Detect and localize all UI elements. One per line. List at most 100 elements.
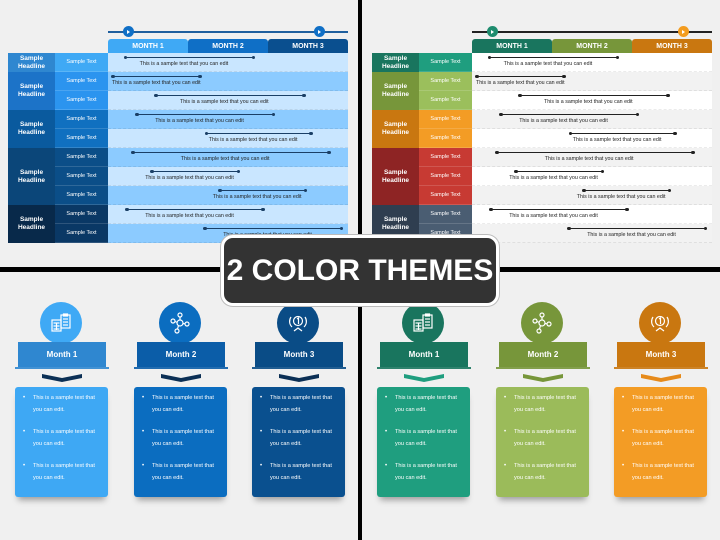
task-text: This is a sample text that you can edit [544, 99, 633, 105]
milestone-play-icon[interactable] [122, 26, 134, 37]
task-text: This is a sample text that you can edit [112, 80, 201, 86]
task-text: This is a sample text that you can edit [139, 61, 229, 67]
task-text: This is a sample text that you can edit [509, 213, 598, 219]
task-bar[interactable] [134, 112, 276, 117]
task-bar[interactable] [154, 93, 306, 98]
task-bar[interactable] [566, 226, 708, 231]
task-bar[interactable] [487, 55, 619, 60]
timeline-cell: This is a sample text that you can edit [472, 72, 712, 91]
row-label: Sample Text [419, 53, 472, 72]
chevron-down-icon [404, 374, 444, 382]
blue-gantt-panel: MONTH 1 MONTH 2 MONTH 3 Sample Headline Samp… [0, 0, 358, 267]
task-bar[interactable] [131, 150, 331, 155]
bullet-item: This is a sample text that you can edit. [381, 427, 466, 450]
blue-steps-panel: Month 1 This is a sample text that you ca… [0, 272, 358, 540]
task-bar[interactable] [568, 131, 678, 136]
month-header-3: MONTH 3 [632, 39, 712, 53]
group-headline: Sample Headline [8, 205, 55, 243]
month-header-2: MONTH 2 [188, 39, 268, 53]
group-headline: Sample Headline [8, 53, 55, 72]
bullet-list: This is a sample text that you can edit.… [138, 393, 223, 484]
gantt-chart: MONTH 1 MONTH 2 MONTH 3 Sample Headline Samp… [8, 22, 348, 244]
network-nodes-badge [159, 302, 201, 344]
month-label: Month 3 [255, 342, 343, 367]
award-laurel-icon [651, 315, 669, 332]
step-column: Month 2 This is a sample text that you ca… [481, 272, 591, 540]
bullet-list: This is a sample text that you can edit.… [19, 393, 104, 484]
month-label-base [377, 367, 471, 369]
task-bar[interactable] [518, 93, 670, 98]
calculator-clipboard-icon [51, 313, 71, 332]
task-text: This is a sample text that you can edit [145, 213, 234, 219]
timeline-cell: This is a sample text that you can edit [472, 110, 712, 129]
group-headline: Sample Headline [8, 110, 55, 148]
month-label: Month 3 [617, 342, 705, 367]
bullet-item: This is a sample text that you can edit. [500, 427, 585, 450]
row-label: Sample Text [419, 148, 472, 167]
row-label: Sample Text [55, 110, 108, 129]
step-card: This is a sample text that you can edit.… [15, 387, 108, 497]
month-label-base [134, 367, 228, 369]
task-bar[interactable] [498, 112, 640, 117]
group-headline: Sample Headline [372, 53, 419, 72]
task-bar[interactable] [514, 169, 605, 174]
task-bar[interactable] [150, 169, 241, 174]
row-label: Sample Text [419, 72, 472, 91]
group-headline: Sample Headline [8, 148, 55, 205]
task-bar[interactable] [111, 74, 202, 79]
task-bar[interactable] [123, 55, 255, 60]
chevron-down-icon [161, 374, 201, 382]
task-bar[interactable] [218, 188, 308, 193]
row-label: Sample Text [419, 110, 472, 129]
timeline-cell: This is a sample text that you can edit [108, 91, 348, 110]
row-label: Sample Text [55, 167, 108, 186]
bullet-item: This is a sample text that you can edit. [618, 427, 703, 450]
task-text: This is a sample text that you can edit [519, 118, 608, 124]
row-label: Sample Text [419, 129, 472, 148]
milestone-play-icon[interactable] [313, 26, 325, 37]
task-text: This is a sample text that you can edit [572, 137, 662, 143]
row-label: Sample Text [55, 91, 108, 110]
timeline-cell: This is a sample text that you can edit [108, 110, 348, 129]
multicolor-steps-panel: Month 1 This is a sample text that you ca… [362, 272, 720, 540]
task-bar[interactable] [582, 188, 672, 193]
task-bar[interactable] [489, 207, 629, 212]
bullet-item: This is a sample text that you can edit. [256, 427, 341, 450]
step-column: Month 1 This is a sample text that you ca… [362, 272, 472, 540]
milestone-play-icon[interactable] [677, 26, 689, 37]
bullet-list: This is a sample text that you can edit.… [256, 393, 341, 484]
step-card: This is a sample text that you can edit.… [134, 387, 227, 497]
bullet-item: This is a sample text that you can edit. [19, 393, 104, 416]
network-nodes-icon [170, 312, 190, 334]
task-bar[interactable] [125, 207, 265, 212]
chevron-down-icon [523, 374, 563, 382]
task-bar[interactable] [475, 74, 566, 79]
bullet-item: This is a sample text that you can edit. [138, 461, 223, 484]
step-column: Month 3 This is a sample text that you ca… [599, 272, 709, 540]
group-headline: Sample Headline [372, 72, 419, 110]
bullet-list: This is a sample text that you can edit.… [381, 393, 466, 484]
step-column: Month 1 This is a sample text that you ca… [0, 272, 110, 540]
bullet-item: This is a sample text that you can edit. [618, 393, 703, 416]
task-bar[interactable] [495, 150, 695, 155]
timeline-cell: This is a sample text that you can edit [472, 148, 712, 167]
month-label: Month 2 [137, 342, 225, 367]
timeline-line [472, 31, 712, 33]
task-text: This is a sample text that you can edit [509, 175, 598, 181]
group-headline: Sample Headline [372, 110, 419, 148]
chevron-down-icon [42, 374, 82, 382]
row-label: Sample Text [419, 91, 472, 110]
group-headline: Sample Headline [372, 148, 419, 205]
task-bar[interactable] [202, 226, 344, 231]
month-header-1: MONTH 1 [108, 39, 188, 53]
task-bar[interactable] [204, 131, 314, 136]
row-label: Sample Text [419, 205, 472, 224]
bullet-list: This is a sample text that you can edit.… [500, 393, 585, 484]
milestone-play-icon[interactable] [486, 26, 498, 37]
award-laurel-icon [289, 315, 307, 332]
month-label: Month 1 [380, 342, 468, 367]
task-text: This is a sample text that you can edit [587, 232, 676, 238]
timeline-cell: This is a sample text that you can edit [108, 186, 348, 205]
month-label-base [614, 367, 708, 369]
gantt-chart: MONTH 1 MONTH 2 MONTH 3 Sample Headline Samp… [372, 22, 712, 244]
